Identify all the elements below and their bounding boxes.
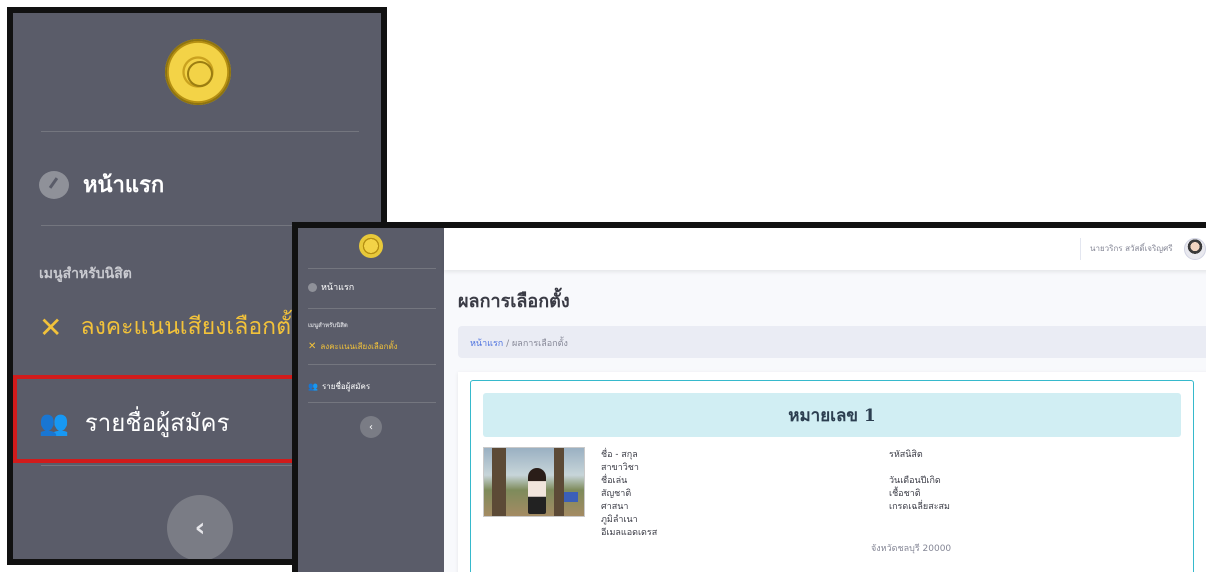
info-label: ชื่อเล่น	[601, 476, 628, 486]
sidebar-item-label: ลงคะแนนเสียงเลือกตั้ง	[320, 342, 398, 351]
info-label: สัญชาติ	[601, 489, 632, 499]
photo-person	[528, 468, 546, 514]
page-screenshot: หน้าแรก เมนูสำหรับนิสิต ✕ ลงคะแนนเสียงเล…	[292, 222, 1206, 572]
photo-sign	[564, 492, 578, 502]
sidebar-item-candidates[interactable]: 👥 รายชื่อผู้สมัคร	[39, 403, 230, 442]
users-icon: 👥	[39, 408, 69, 437]
sidebar-toggle-button[interactable]: ‹	[167, 495, 233, 559]
candidate-card: หมายเลข 1 ชื่อ - สกุล สาขาวิชา ชื่อเล่น …	[458, 372, 1206, 572]
user-name[interactable]: นายวริกร สวัสดิ์เจริญศรี	[1090, 242, 1172, 255]
sidebar-item-home[interactable]: หน้าแรก	[308, 280, 354, 294]
dashboard-icon	[308, 282, 317, 292]
dashboard-icon	[39, 170, 69, 199]
sidebar-divider	[41, 131, 359, 132]
sidebar-divider	[308, 364, 436, 365]
sidebar-item-vote[interactable]: ✕ ลงคะแนนเสียงเลือกตั้ง	[308, 340, 398, 353]
sidebar-item-label: หน้าแรก	[83, 173, 165, 198]
sidebar-toggle-button[interactable]: ‹	[360, 416, 382, 438]
university-logo	[165, 39, 231, 105]
sidebar-item-label: ลงคะแนนเสียงเลือกตั้ง	[80, 314, 303, 340]
photo-tree	[554, 448, 564, 516]
breadcrumb-separator: /	[506, 339, 510, 349]
close-icon: ✕	[308, 341, 317, 352]
candidate-info-right: รหัสนิสิต วันเดือนปีเกิด เชื้อชาติ เกรดเ…	[889, 449, 950, 514]
info-label: สาขาวิชา	[601, 463, 639, 473]
sidebar-item-vote[interactable]: ✕ ลงคะแนนเสียงเลือกตั้ง	[39, 309, 302, 345]
info-label: ศาสนา	[601, 502, 629, 512]
sidebar-item-label: หน้าแรก	[321, 283, 355, 293]
info-label: เกรดเฉลี่ยสะสม	[889, 502, 950, 512]
topbar-divider	[1080, 238, 1081, 260]
sidebar-section-heading: เมนูสำหรับนิสิต	[308, 322, 348, 329]
breadcrumb-current: ผลการเลือกตั้ง	[512, 339, 568, 349]
sidebar-item-home[interactable]: หน้าแรก	[39, 167, 164, 202]
sidebar-section-heading: เมนูสำหรับนิสิต	[39, 266, 132, 282]
topbar: นายวริกร สวัสดิ์เจริญศรี	[444, 228, 1206, 270]
info-label: รหัสนิสิต	[889, 450, 923, 460]
candidate-card-border: หมายเลข 1 ชื่อ - สกุล สาขาวิชา ชื่อเล่น …	[470, 380, 1194, 572]
university-logo	[359, 234, 383, 258]
page-title: ผลการเลือกตั้ง	[458, 291, 570, 312]
candidate-number-banner: หมายเลข 1	[483, 393, 1181, 437]
breadcrumb-home-link[interactable]: หน้าแรก	[470, 339, 503, 349]
sidebar-item-label: รายชื่อผู้สมัคร	[84, 409, 230, 437]
sidebar-item-label: รายชื่อผู้สมัคร	[321, 382, 371, 391]
candidate-photo	[483, 447, 585, 517]
chevron-left-icon: ‹	[194, 513, 206, 543]
info-label: อีเมลแอดเดรส	[601, 528, 658, 538]
breadcrumb: หน้าแรก / ผลการเลือกตั้ง	[458, 326, 1206, 358]
users-icon: 👥	[308, 382, 318, 391]
avatar[interactable]	[1184, 238, 1206, 260]
photo-tree	[492, 448, 506, 516]
sidebar-divider	[308, 402, 436, 403]
sidebar-item-candidates[interactable]: 👥 รายชื่อผู้สมัคร	[308, 380, 370, 393]
info-label: ภูมิลำเนา	[601, 515, 638, 525]
sidebar-divider	[308, 268, 436, 269]
close-icon: ✕	[39, 310, 63, 344]
chevron-left-icon: ‹	[369, 421, 373, 433]
info-label: ชื่อ - สกุล	[601, 450, 638, 460]
info-label: เชื้อชาติ	[889, 489, 921, 499]
address-value: จังหวัดชลบุรี 20000	[871, 544, 952, 554]
candidate-info-left: ชื่อ - สกุล สาขาวิชา ชื่อเล่น สัญชาติ ศา…	[601, 449, 657, 540]
sidebar-divider	[308, 308, 436, 309]
sidebar: หน้าแรก เมนูสำหรับนิสิต ✕ ลงคะแนนเสียงเล…	[298, 228, 444, 572]
info-label: วันเดือนปีเกิด	[889, 476, 941, 486]
